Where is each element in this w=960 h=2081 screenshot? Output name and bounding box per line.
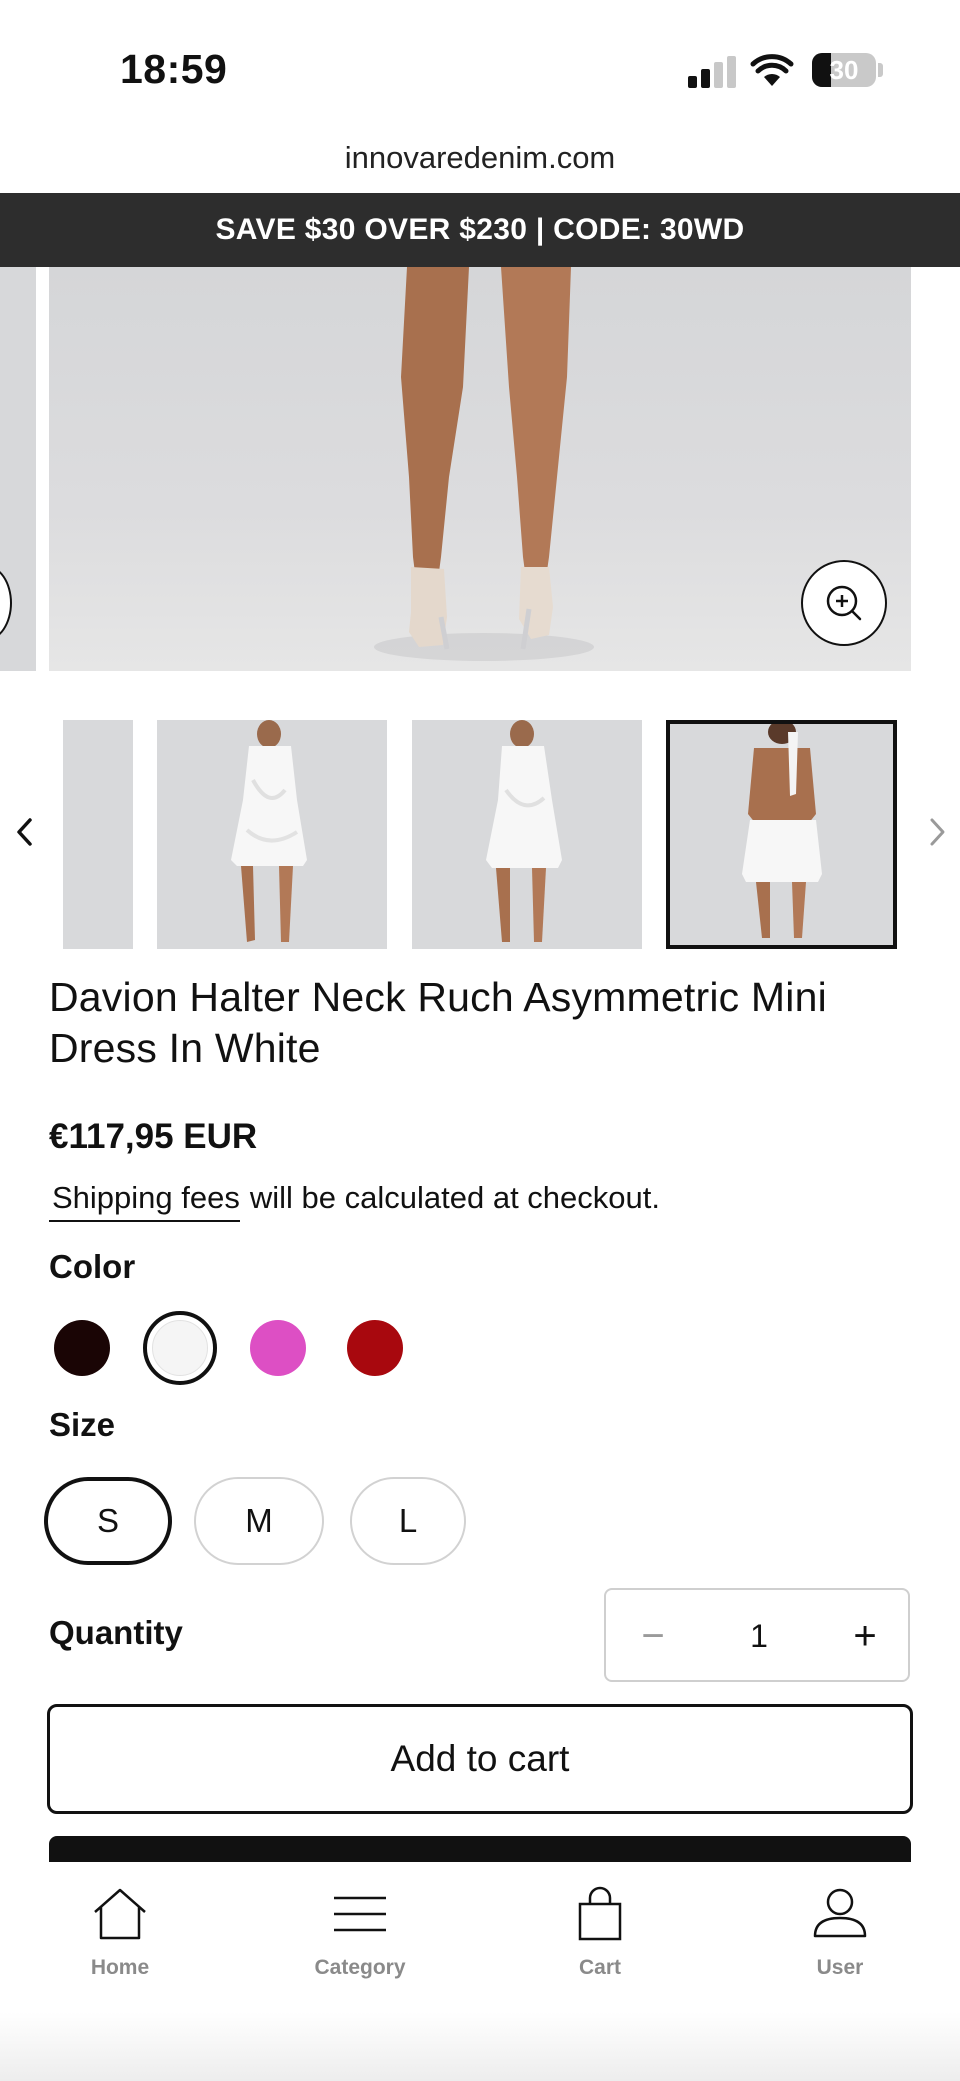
- shipping-note-text: will be calculated at checkout.: [249, 1180, 660, 1215]
- size-label: Size: [49, 1406, 116, 1443]
- status-time: 18:59: [120, 46, 228, 92]
- size-option-m[interactable]: M: [194, 1477, 324, 1565]
- product-photo-legs: [374, 267, 594, 661]
- color-swatch-4[interactable]: [347, 1320, 403, 1376]
- size-option-l[interactable]: L: [350, 1477, 466, 1565]
- thumbnail-dress-back-image: [742, 724, 822, 938]
- promo-banner: SAVE $30 OVER $230 | CODE: 30WD: [0, 193, 960, 267]
- quantity-decrease-button[interactable]: −: [628, 1608, 678, 1664]
- battery-tip: [878, 63, 883, 77]
- quantity-value[interactable]: 1: [706, 1608, 812, 1664]
- quantity-label: Quantity: [49, 1614, 183, 1651]
- color-swatch-3[interactable]: [250, 1320, 306, 1376]
- thumbnail-front[interactable]: [157, 720, 387, 949]
- thumbnail-partial[interactable]: [63, 720, 133, 949]
- product-main-image[interactable]: [49, 267, 911, 671]
- size-option-s[interactable]: S: [44, 1477, 172, 1565]
- nav-user[interactable]: User: [760, 1886, 920, 1980]
- shipping-note: Shipping fees will be calculated at check…: [49, 1180, 660, 1222]
- wifi-icon: [750, 54, 794, 86]
- nav-home-label: Home: [90, 1956, 150, 1979]
- product-price: €117,95 EUR: [49, 1117, 258, 1156]
- quantity-stepper: − 1 +: [604, 1588, 910, 1682]
- zoom-in-icon: [826, 585, 862, 621]
- shipping-fees-link[interactable]: Shipping fees: [49, 1180, 240, 1222]
- color-swatch-1[interactable]: [54, 1320, 110, 1376]
- quantity-increase-button[interactable]: +: [840, 1608, 890, 1664]
- product-title: Davion Halter Neck Ruch Asymmetric Mini …: [49, 974, 827, 1071]
- nav-category[interactable]: Category: [280, 1886, 440, 1980]
- thumbnail-dress-front-image: [231, 720, 307, 942]
- zoom-button[interactable]: [801, 560, 887, 646]
- address-bar-url[interactable]: innovaredenim.com: [0, 140, 960, 176]
- status-bar: 18:59 30: [0, 0, 960, 140]
- home-indicator-area: [0, 2012, 960, 2081]
- thumbnail-side[interactable]: [412, 720, 642, 949]
- thumbnail-back-selected[interactable]: [666, 720, 897, 949]
- user-icon: [813, 1888, 867, 1938]
- color-label: Color: [49, 1248, 136, 1285]
- nav-cart-label: Cart: [578, 1956, 621, 1979]
- nav-home[interactable]: Home: [40, 1886, 200, 1980]
- home-icon: [94, 1888, 146, 1940]
- color-swatch-2[interactable]: [152, 1320, 208, 1376]
- thumbnail-dress-side-image: [486, 720, 562, 942]
- thumbnail-next-arrow[interactable]: [922, 812, 952, 852]
- shopping-bag-icon: [578, 1886, 622, 1941]
- bottom-navigation: Home Category Cart User: [0, 1862, 960, 2012]
- nav-category-label: Category: [314, 1956, 406, 1979]
- menu-icon: [334, 1896, 386, 1932]
- add-to-cart-button[interactable]: Add to cart: [47, 1704, 913, 1814]
- thumbnail-prev-arrow[interactable]: [10, 812, 40, 852]
- battery-level: 30: [829, 55, 859, 85]
- nav-cart[interactable]: Cart: [520, 1886, 680, 1980]
- battery-icon: 30: [812, 53, 876, 87]
- signal-icon: [688, 56, 738, 88]
- nav-user-label: User: [816, 1956, 864, 1979]
